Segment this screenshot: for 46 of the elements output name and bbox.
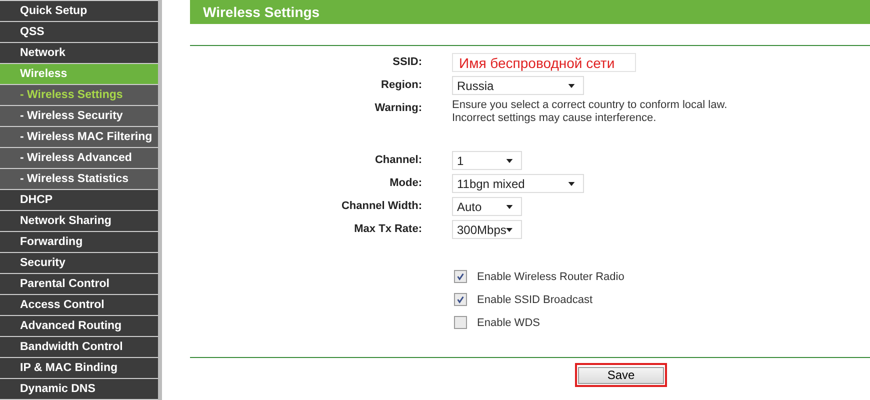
sidebar-subitem[interactable]: - Wireless Statistics	[0, 169, 158, 189]
field-label: Mode:	[388, 176, 423, 191]
field-label: Warning:	[374, 101, 423, 116]
field-label: Channel:	[374, 153, 423, 168]
sidebar-item[interactable]: Quick Setup	[0, 1, 158, 21]
sidebar-item[interactable]: Forwarding	[0, 232, 158, 252]
sidebar-subitem[interactable]: - Wireless MAC Filtering	[0, 127, 158, 147]
sidebar-subitem[interactable]: - Wireless Security	[0, 106, 158, 126]
field-label: SSID:	[392, 55, 423, 70]
ssid-field[interactable]: Имя беспроводной сети	[452, 53, 636, 72]
sidebar-subitem[interactable]: - Wireless Settings	[0, 85, 158, 105]
checkbox-label: Enable SSID Broadcast	[477, 294, 593, 306]
sidebar-item[interactable]: Security	[0, 253, 158, 273]
sidebar-item[interactable]: Parental Control	[0, 274, 158, 294]
warning-text: Ensure you select a correct country to conform local law.	[452, 99, 728, 112]
sidebar-item[interactable]: QSS	[0, 22, 158, 42]
field-label: Max Tx Rate:	[353, 222, 423, 237]
sidebar-item[interactable]: Advanced Routing	[0, 316, 158, 336]
field-label: Region:	[380, 78, 423, 93]
sidebar-subitem[interactable]: - Wireless Advanced	[0, 148, 158, 168]
sidebar-item[interactable]: Network	[0, 43, 158, 63]
dropdown[interactable]: 300Mbps	[452, 220, 522, 239]
caret-icon	[506, 228, 513, 232]
sidebar-item[interactable]: DHCP	[0, 190, 158, 210]
caret-icon	[568, 84, 575, 88]
dropdown[interactable]: 11bgn mixed	[452, 174, 584, 193]
sidebar-item[interactable]: Access Control	[0, 295, 158, 315]
checkbox[interactable]	[454, 293, 467, 306]
dropdown[interactable]: Auto	[452, 197, 522, 216]
caret-icon	[568, 182, 575, 186]
dropdown[interactable]: Russia	[452, 76, 584, 95]
checkbox-label: Enable Wireless Router Radio	[477, 270, 624, 282]
sidebar-item[interactable]: IP & MAC Binding	[0, 358, 158, 378]
dropdown[interactable]: 1	[452, 151, 522, 170]
save-button[interactable]: Save	[578, 366, 664, 384]
sidebar-item[interactable]: Dynamic DNS	[0, 379, 158, 399]
field-label: Channel Width:	[340, 199, 423, 214]
caret-icon	[506, 204, 513, 208]
sidebar-item[interactable]: Network Sharing	[0, 211, 158, 231]
checkbox[interactable]	[454, 270, 467, 283]
sidebar-item[interactable]: Bandwidth Control	[0, 337, 158, 357]
caret-icon	[506, 158, 513, 162]
page-title: Wireless Settings	[190, 0, 870, 24]
checkbox-label: Enable WDS	[477, 316, 540, 328]
warning-text: Incorrect settings may cause interference.	[452, 112, 658, 125]
checkbox[interactable]	[454, 316, 467, 329]
